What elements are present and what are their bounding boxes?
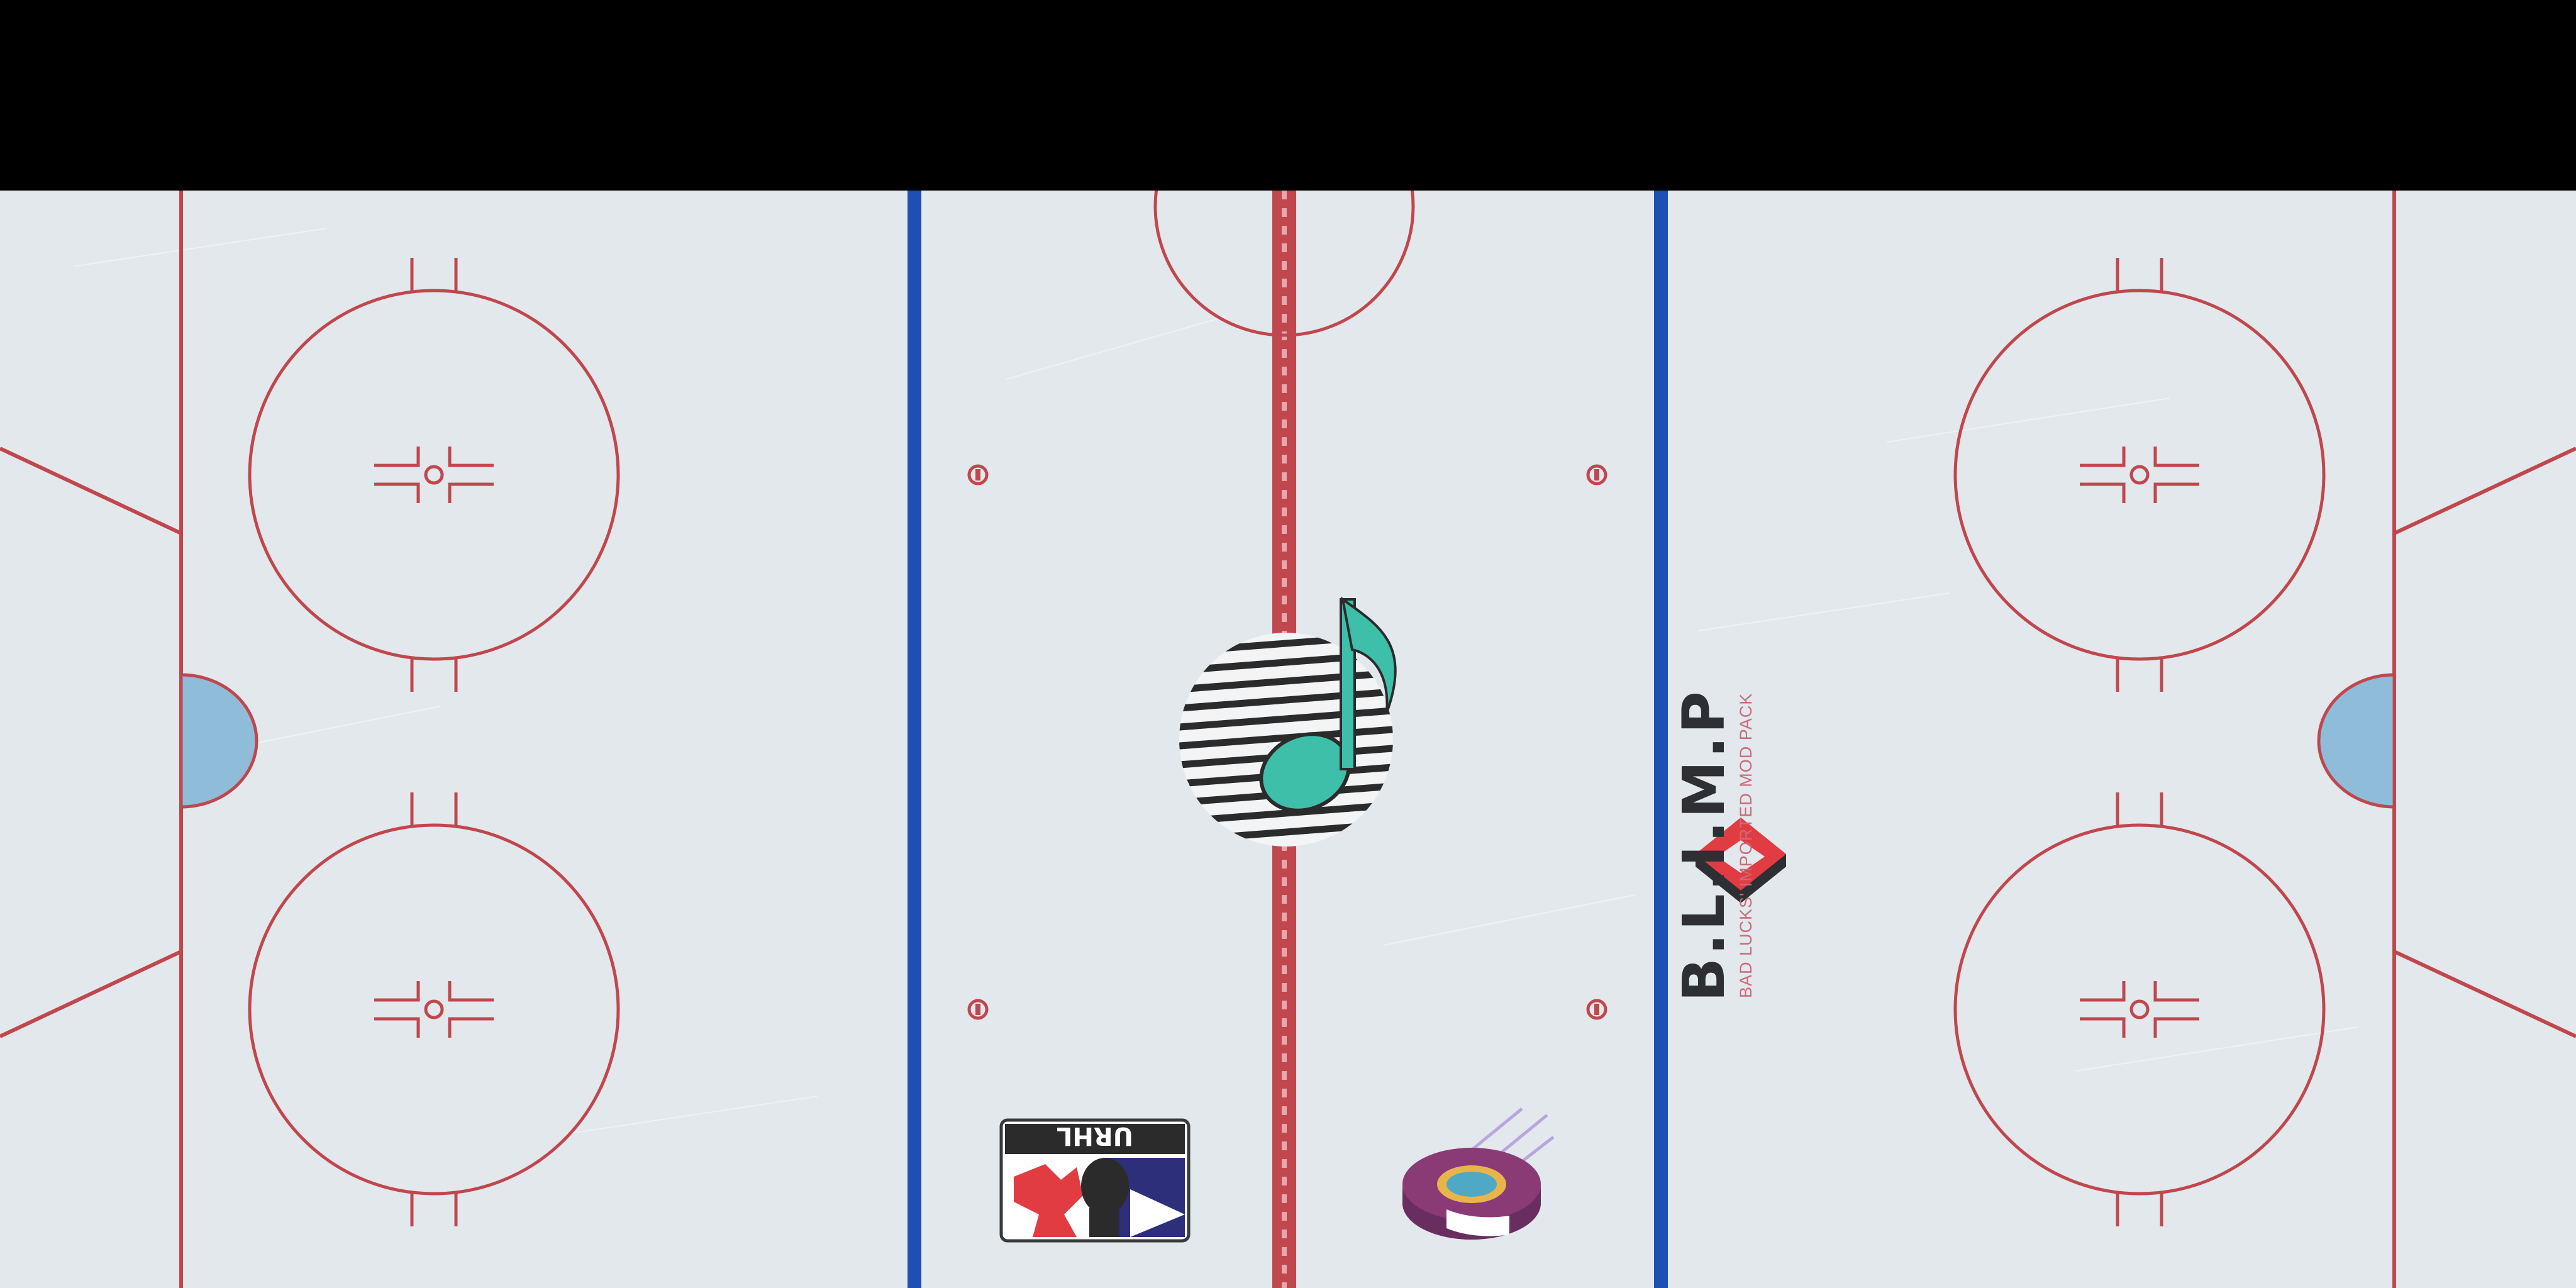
- blimp-logo-text: B.L.I.M.P BAD LUCKS' IMPORTED MOD PACK: [1670, 689, 1756, 1002]
- ice-rink: URHL B.L.I.M.P BAD LUCKS' IMPORTED MOD P…: [0, 191, 2576, 1288]
- blue-line-right: [1654, 191, 1668, 1288]
- urhl-logo-text: URHL: [1057, 1121, 1133, 1150]
- blimp-subtitle: BAD LUCKS' IMPORTED MOD PACK: [1736, 692, 1755, 998]
- blimp-title: B.L.I.M.P: [1670, 689, 1738, 1002]
- letterbox-top-bar: [0, 0, 2576, 191]
- blue-line-left: [908, 191, 921, 1288]
